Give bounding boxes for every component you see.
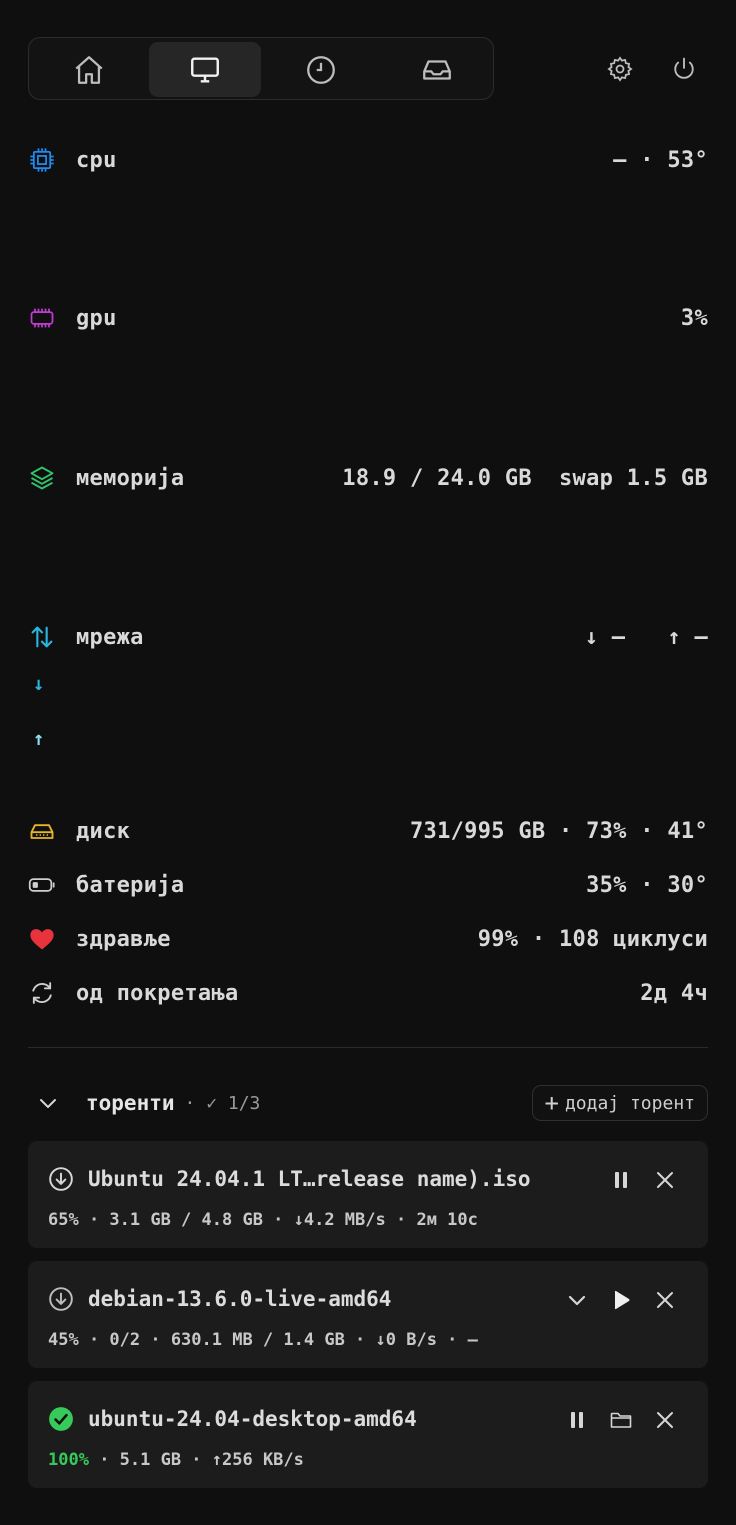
torrents-header: торенти · ✓ 1/3 + додај торент: [28, 1083, 708, 1123]
gear-icon: [607, 56, 633, 82]
home-icon: [75, 55, 103, 84]
settings-button[interactable]: [603, 52, 637, 86]
inbox-icon: [423, 59, 451, 80]
tab-history[interactable]: [265, 42, 377, 97]
battery-label: батерија: [76, 872, 185, 898]
network-down-legend: ↓: [33, 673, 45, 695]
download-icon: [49, 1167, 73, 1191]
pause-button[interactable]: [562, 1405, 592, 1435]
battery-icon: [28, 869, 60, 901]
uptime-value: 2д 4ч: [640, 980, 708, 1006]
power-icon: [674, 57, 694, 79]
gpu-icon: [28, 302, 60, 334]
torrent-item[interactable]: Ubuntu 24.04.1 LT…release name).iso 65% …: [28, 1141, 708, 1248]
heart-icon: [28, 923, 60, 955]
memory-label: меморија: [76, 465, 185, 491]
tab-system[interactable]: [149, 42, 261, 97]
folder-icon: [610, 1412, 632, 1428]
memory-value: 18.9 / 24.0 GB swap 1.5 GB: [342, 465, 708, 491]
torrent-meta: 100% · 5.1 GB · ↑256 KB/s: [48, 1450, 304, 1470]
disk-label: диск: [76, 818, 131, 844]
disk-row: диск 731/995 GB · 73% · 41°: [28, 815, 708, 847]
tab-home[interactable]: [33, 42, 145, 97]
network-up-value: ↑ —: [667, 624, 708, 650]
remove-button[interactable]: [650, 1405, 680, 1435]
network-row: мрежа ↓ — ↑ —: [28, 621, 708, 653]
cpu-icon: [28, 144, 60, 176]
torrent-item[interactable]: ubuntu-24.04-desktop-amd64 100% · 5.1 GB…: [28, 1381, 708, 1488]
play-icon: [615, 1290, 630, 1310]
play-button[interactable]: [606, 1285, 636, 1315]
download-icon: [49, 1287, 73, 1311]
close-icon: [657, 1172, 673, 1188]
gpu-value: 3%: [680, 305, 708, 331]
battery-row: батерија 35% · 30°: [28, 869, 708, 901]
network-down-value: ↓ —: [584, 624, 626, 650]
remove-button[interactable]: [650, 1285, 680, 1315]
layers-icon: [28, 462, 60, 494]
network-label: мрежа: [76, 624, 144, 650]
torrent-meta: 45% · 0/2 · 630.1 MB / 1.4 GB · ↓0 B/s ·…: [48, 1330, 478, 1350]
open-folder-button[interactable]: [606, 1405, 636, 1435]
health-row: здравље 99% · 108 циклуси: [28, 923, 708, 955]
add-torrent-label: додај торент: [564, 1092, 695, 1114]
network-icon: [28, 621, 60, 653]
torrents-title: торенти: [86, 1091, 175, 1115]
torrents-count: · ✓ 1/3: [184, 1092, 261, 1114]
gpu-row: gpu 3%: [28, 302, 708, 334]
collapse-toggle[interactable]: [28, 1083, 68, 1123]
network-up-legend: ↑: [33, 728, 45, 750]
tab-inbox[interactable]: [381, 42, 493, 97]
uptime-label: од покретања: [76, 980, 239, 1006]
expand-button[interactable]: [562, 1285, 592, 1315]
monitor-icon: [191, 56, 219, 83]
gpu-label: gpu: [76, 305, 117, 331]
cpu-row: cpu — · 53°: [28, 144, 708, 176]
torrent-name: ubuntu-24.04-desktop-amd64: [88, 1407, 417, 1431]
divider: [28, 1047, 708, 1048]
cpu-value: — · 53°: [613, 147, 708, 173]
clock-icon: [307, 55, 335, 84]
memory-row: меморија 18.9 / 24.0 GB swap 1.5 GB: [28, 462, 708, 494]
torrent-item[interactable]: debian-13.6.0-live-amd64 45% · 0/2 · 630…: [28, 1261, 708, 1368]
refresh-icon: [28, 977, 60, 1009]
check-circle-icon: [49, 1407, 73, 1431]
pause-button[interactable]: [606, 1165, 636, 1195]
torrent-meta-rest: · 5.1 GB · ↑256 KB/s: [88, 1450, 304, 1470]
torrent-percent: 100%: [48, 1450, 89, 1470]
disk-value: 731/995 GB · 73% · 41°: [410, 818, 708, 844]
close-icon: [657, 1412, 673, 1428]
cpu-label: cpu: [76, 147, 117, 173]
disk-icon: [28, 815, 60, 847]
top-nav: [28, 37, 494, 100]
health-label: здравље: [76, 926, 171, 952]
plus-icon: +: [544, 1089, 559, 1117]
torrent-meta: 65% · 3.1 GB / 4.8 GB · ↓4.2 MB/s · 2м 1…: [48, 1210, 478, 1230]
health-value: 99% · 108 циклуси: [477, 926, 708, 952]
add-torrent-button[interactable]: + додај торент: [531, 1085, 708, 1121]
chevron-down-icon: [568, 1295, 586, 1306]
remove-button[interactable]: [650, 1165, 680, 1195]
uptime-row: од покретања 2д 4ч: [28, 977, 708, 1009]
chevron-down-icon: [40, 1099, 56, 1108]
pause-icon: [615, 1172, 627, 1188]
torrent-name: debian-13.6.0-live-amd64: [88, 1287, 392, 1311]
power-button[interactable]: [667, 52, 701, 86]
torrent-name: Ubuntu 24.04.1 LT…release name).iso: [88, 1167, 531, 1191]
battery-value: 35% · 30°: [586, 872, 708, 898]
close-icon: [657, 1292, 673, 1308]
pause-icon: [571, 1412, 583, 1428]
